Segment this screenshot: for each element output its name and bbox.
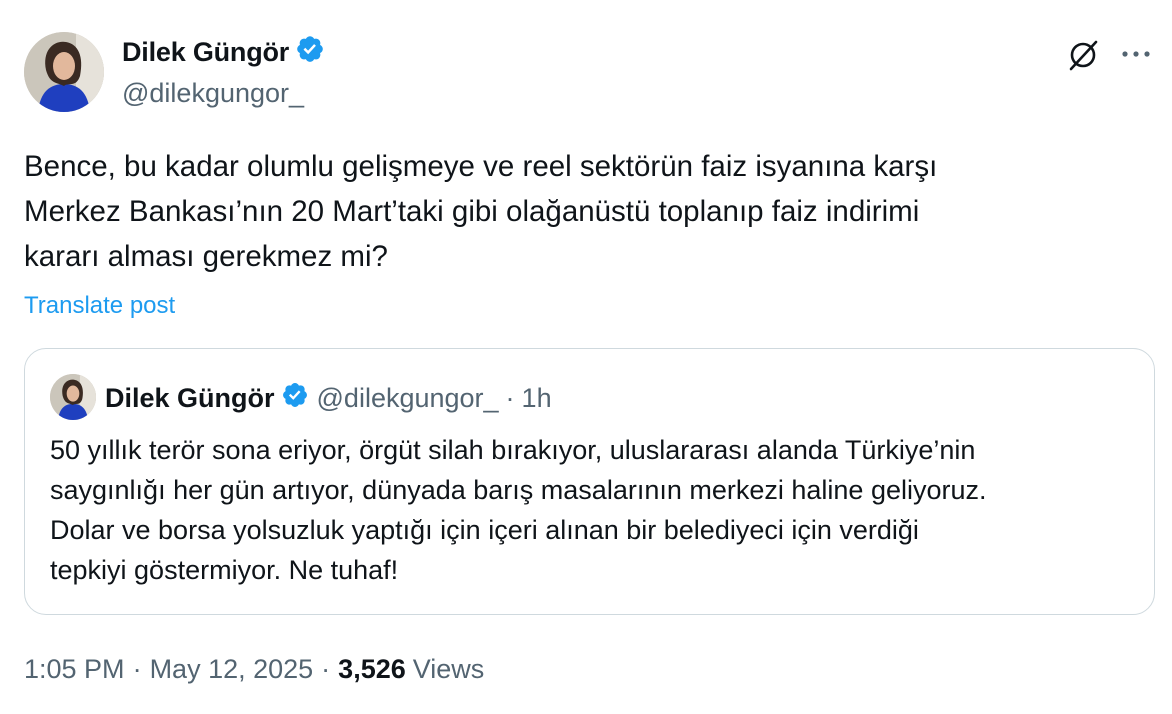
- avatar-image: [24, 32, 104, 112]
- post-text: Bence, bu kadar olumlu gelişmeye ve reel…: [24, 144, 1144, 279]
- author-avatar[interactable]: [24, 32, 104, 112]
- author-handle[interactable]: @dilekgungor_: [122, 78, 304, 109]
- views-label[interactable]: Views: [413, 654, 485, 685]
- quoted-author-handle: @dilekgungor_: [316, 382, 499, 413]
- quoted-author-avatar: [50, 374, 96, 420]
- post-meta: 1:05 PM · May 12, 2025 · 3,526 Views: [24, 654, 484, 685]
- post-time[interactable]: 1:05 PM: [24, 654, 125, 685]
- quoted-text-line: tepkiyi göstermiyor. Ne tuhaf!: [50, 555, 399, 585]
- post-date[interactable]: May 12, 2025: [150, 654, 314, 685]
- quoted-post-text: 50 yıllık terör sona eriyor, örgüt silah…: [50, 430, 1140, 590]
- quoted-text-line: Dolar ve borsa yolsuzluk yaptığı için iç…: [50, 515, 919, 545]
- separator-dot: ·: [321, 654, 331, 684]
- post-text-line: Merkez Bankası’nın 20 Mart’taki gibi ola…: [24, 195, 920, 228]
- quoted-post-time: 1h: [521, 382, 552, 413]
- verified-badge-icon[interactable]: [295, 34, 325, 71]
- quoted-author-name: Dilek Güngör: [105, 382, 275, 413]
- author-name-text[interactable]: Dilek Güngör: [122, 37, 289, 68]
- separator-dot: ·: [505, 382, 515, 413]
- separator-dot: ·: [132, 654, 142, 684]
- post-text-line: kararı alması gerekmez mi?: [24, 240, 388, 273]
- grok-icon[interactable]: [1066, 38, 1100, 72]
- post-text-line: Bence, bu kadar olumlu gelişmeye ve reel…: [24, 150, 938, 183]
- avatar-image: [50, 374, 96, 420]
- quoted-text-line: saygınlığı her gün artıyor, dünyada barı…: [50, 475, 987, 505]
- quoted-text-line: 50 yıllık terör sona eriyor, örgüt silah…: [50, 435, 976, 465]
- verified-badge-icon: [281, 381, 309, 416]
- author-name[interactable]: Dilek Güngör: [122, 34, 325, 71]
- quoted-post-header: Dilek Güngör @dilekgungor_ · 1h: [105, 380, 552, 416]
- more-options-icon[interactable]: [1118, 42, 1154, 66]
- views-count[interactable]: 3,526: [338, 654, 406, 685]
- translate-post-link[interactable]: Translate post: [24, 292, 175, 320]
